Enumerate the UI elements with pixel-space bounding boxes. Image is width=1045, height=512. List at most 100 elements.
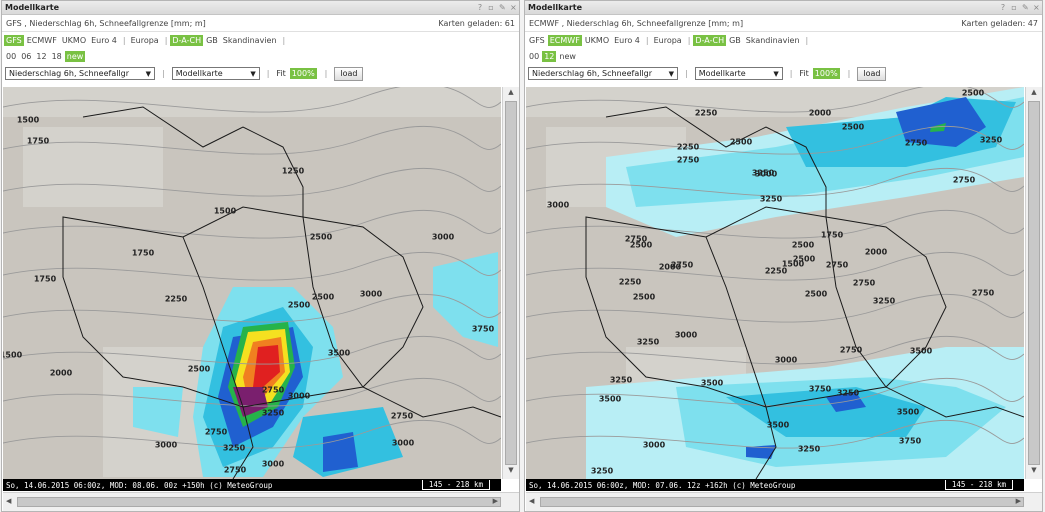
isoline-label: 3250 bbox=[872, 296, 896, 306]
window-controls: ? ▫ ✎ × bbox=[1000, 3, 1040, 12]
isoline-label: 2500 bbox=[791, 240, 815, 250]
model-option-euro-4[interactable]: Euro 4 bbox=[612, 35, 642, 46]
edit-icon[interactable]: ✎ bbox=[499, 3, 506, 12]
load-button[interactable]: load bbox=[857, 66, 887, 81]
isoline-label: 3750 bbox=[471, 324, 495, 334]
window-titlebar: Modellkarte? ▫ ✎ × bbox=[2, 1, 519, 15]
run-option-00[interactable]: 00 bbox=[527, 51, 541, 62]
isoline-label: 3250 bbox=[759, 194, 783, 204]
fit-zoom-value[interactable]: 100% bbox=[289, 68, 317, 79]
run-option-18[interactable]: 18 bbox=[50, 51, 64, 62]
vertical-scrollbar[interactable]: ▲ ▼ bbox=[1025, 87, 1042, 479]
parameter-select-value: Niederschlag 6h, Schneefallgr bbox=[9, 69, 130, 78]
map-type-select[interactable]: Modellkarte ▼ bbox=[171, 67, 260, 80]
isoline-label: 3000 bbox=[431, 232, 455, 242]
run-option-00[interactable]: 00 bbox=[4, 51, 18, 62]
edit-icon[interactable]: ✎ bbox=[1022, 3, 1029, 12]
close-icon[interactable]: × bbox=[510, 3, 517, 12]
isoline-label: 3250 bbox=[979, 135, 1003, 145]
scroll-thumb[interactable] bbox=[1028, 101, 1040, 465]
separator: | bbox=[645, 35, 649, 45]
separator: | bbox=[324, 69, 328, 78]
vertical-scrollbar[interactable]: ▲ ▼ bbox=[502, 87, 519, 479]
weather-map[interactable]: 1500 1750 1250 1500 1750 2500 3000 2250 1750 1500… bbox=[3, 87, 501, 479]
map-type-select[interactable]: Modellkarte ▼ bbox=[694, 67, 783, 80]
load-button[interactable]: load bbox=[334, 66, 364, 81]
close-icon[interactable]: × bbox=[1033, 3, 1040, 12]
scroll-up-icon[interactable]: ▲ bbox=[503, 88, 519, 100]
parameter-select-value: Niederschlag 6h, Schneefallgr bbox=[532, 69, 653, 78]
isoline-label: 1500 bbox=[3, 350, 23, 360]
region-option-skandinavien[interactable]: Skandinavien bbox=[744, 35, 802, 46]
separator: | bbox=[687, 35, 691, 45]
model-option-euro-4[interactable]: Euro 4 bbox=[89, 35, 119, 46]
isoline-label: 3000 bbox=[261, 459, 285, 469]
isoline-label: 2750 bbox=[204, 427, 228, 437]
model-option-ukmo[interactable]: UKMO bbox=[60, 35, 88, 46]
region-option-europa[interactable]: Europa bbox=[652, 35, 684, 46]
run-option-new[interactable]: new bbox=[64, 50, 86, 62]
isoline-label: 1500 bbox=[16, 115, 40, 125]
model-option-ukmo[interactable]: UKMO bbox=[583, 35, 611, 46]
region-option-gb[interactable]: GB bbox=[204, 35, 220, 46]
scroll-thumb[interactable] bbox=[505, 101, 517, 465]
separator: | bbox=[805, 35, 809, 45]
dropdown-arrow-icon: ▼ bbox=[145, 69, 151, 78]
region-option-d-a-ch[interactable]: D-A-CH bbox=[170, 34, 204, 46]
parameter-select[interactable]: Niederschlag 6h, Schneefallgr ▼ bbox=[5, 67, 155, 80]
scroll-left-icon[interactable]: ◀ bbox=[6, 497, 11, 505]
maps-loaded-count: Karten geladen: 61 bbox=[438, 18, 515, 28]
isoline-label: 3250 bbox=[609, 375, 633, 385]
run-option-12[interactable]: 12 bbox=[34, 51, 48, 62]
isoline-label: 2500 bbox=[187, 364, 211, 374]
scroll-up-icon[interactable]: ▲ bbox=[1026, 88, 1042, 100]
region-option-europa[interactable]: Europa bbox=[129, 35, 161, 46]
isoline-label: 2000 bbox=[864, 247, 888, 257]
snowline-isoline bbox=[3, 252, 501, 281]
region-option-gb[interactable]: GB bbox=[727, 35, 743, 46]
scroll-down-icon[interactable]: ▼ bbox=[1026, 466, 1042, 478]
model-option-ecmwf[interactable]: ECMWF bbox=[547, 34, 582, 46]
model-option-gfs[interactable]: GFS bbox=[4, 34, 24, 46]
model-option-ecmwf[interactable]: ECMWF bbox=[25, 35, 59, 46]
separator: | bbox=[122, 35, 126, 45]
parameter-select[interactable]: Niederschlag 6h, Schneefallgr ▼ bbox=[528, 67, 678, 80]
minimize-icon[interactable]: ▫ bbox=[1011, 3, 1017, 12]
scroll-right-icon[interactable]: ▶ bbox=[493, 497, 498, 505]
isoline-label: 2500 bbox=[629, 240, 653, 250]
separator: | bbox=[685, 69, 688, 78]
isoline-label: 1500 bbox=[213, 206, 237, 216]
run-option-06[interactable]: 06 bbox=[19, 51, 33, 62]
scroll-thumb[interactable] bbox=[540, 497, 1024, 507]
horizontal-scrollbar[interactable]: ◀ ▶ bbox=[3, 492, 519, 511]
isoline-label: 1250 bbox=[281, 166, 305, 176]
separator: | bbox=[282, 35, 286, 45]
region-option-skandinavien[interactable]: Skandinavien bbox=[221, 35, 279, 46]
map-scale: 145 - 218 km bbox=[421, 480, 490, 490]
isoline-label: 3500 bbox=[909, 346, 933, 356]
scroll-right-icon[interactable]: ▶ bbox=[1016, 497, 1021, 505]
isoline-label: 2750 bbox=[971, 288, 995, 298]
scroll-thumb[interactable] bbox=[17, 497, 501, 507]
isoline-label: 3500 bbox=[327, 348, 351, 358]
help-icon[interactable]: ? bbox=[477, 3, 483, 12]
weather-map[interactable]: 2500 2250 2000 2500 2250 2500 2750 3250 2750 3250… bbox=[526, 87, 1024, 479]
help-icon[interactable]: ? bbox=[1000, 3, 1006, 12]
map-description: GFS , Niederschlag 6h, Schneefallgrenze … bbox=[6, 18, 206, 28]
model-map-panel-gfs: Modellkarte? ▫ ✎ × GFS , Niederschlag 6h, Sc… bbox=[1, 0, 520, 512]
run-option-12[interactable]: 12 bbox=[542, 50, 557, 62]
map-info-bar: GFS , Niederschlag 6h, Schneefallgrenze … bbox=[2, 15, 519, 32]
isoline-label: 3250 bbox=[261, 408, 285, 418]
fit-zoom-value[interactable]: 100% bbox=[812, 68, 840, 79]
minimize-icon[interactable]: ▫ bbox=[488, 3, 494, 12]
scroll-left-icon[interactable]: ◀ bbox=[529, 497, 534, 505]
map-status-bar: So, 14.06.2015 06:00z, MOD: 07.06. 12z +… bbox=[526, 479, 1024, 491]
model-option-gfs[interactable]: GFS bbox=[527, 35, 547, 46]
run-option-new[interactable]: new bbox=[557, 51, 578, 62]
isoline-label: 3500 bbox=[598, 394, 622, 404]
window-controls: ? ▫ ✎ × bbox=[477, 3, 517, 12]
region-option-d-a-ch[interactable]: D-A-CH bbox=[693, 34, 727, 46]
horizontal-scrollbar[interactable]: ◀ ▶ bbox=[526, 492, 1042, 511]
isoline-label: 2750 bbox=[952, 175, 976, 185]
scroll-down-icon[interactable]: ▼ bbox=[503, 466, 519, 478]
